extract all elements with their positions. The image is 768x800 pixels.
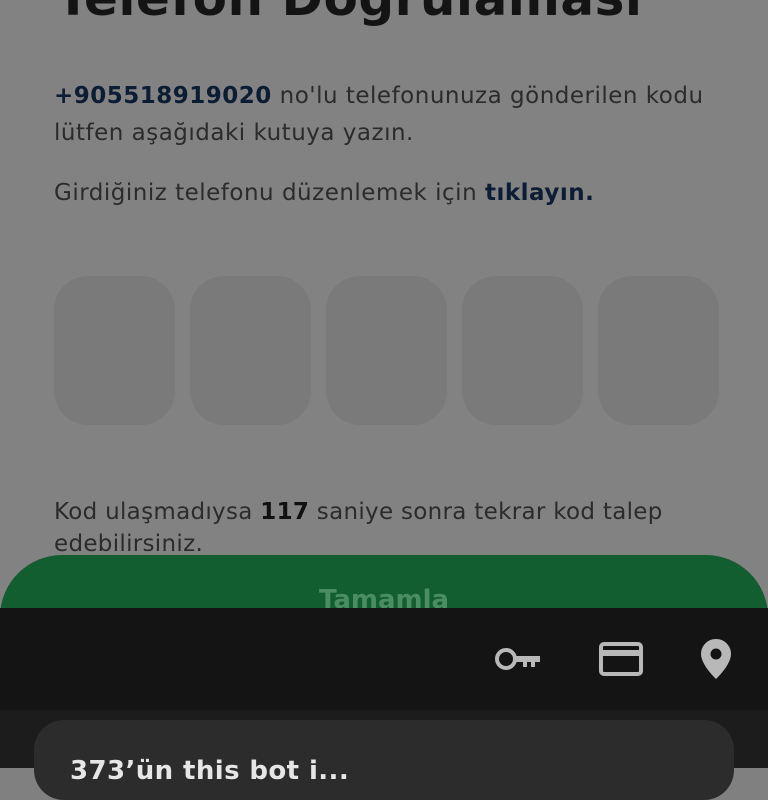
- edit-phone-message: Girdiğiniz telefonu düzenlemek için tıkl…: [54, 175, 744, 212]
- countdown-seconds: 117: [260, 499, 310, 525]
- verification-message: +905518919020 no'lu telefonunuza gönderi…: [54, 78, 744, 152]
- phone-number: +905518919020: [54, 83, 272, 109]
- bottom-sheet[interactable]: 373’ün this bot i...: [34, 720, 734, 800]
- edit-phone-link[interactable]: tıklayın.: [485, 180, 594, 206]
- credit-card-icon[interactable]: [599, 629, 643, 689]
- key-icon[interactable]: [493, 629, 543, 689]
- resend-countdown: Kod ulaşmadıysa 117 saniye sonra tekrar …: [54, 496, 754, 560]
- code-digit-5-input[interactable]: [598, 276, 719, 425]
- code-digit-4-input[interactable]: [462, 276, 583, 425]
- code-input-row: [54, 276, 719, 425]
- edit-phone-text: Girdiğiniz telefonu düzenlemek için: [54, 180, 485, 206]
- location-pin-icon[interactable]: [699, 629, 733, 689]
- countdown-prefix: Kod ulaşmadıysa: [54, 499, 261, 525]
- autofill-toolbar: [0, 608, 768, 710]
- code-digit-2-input[interactable]: [190, 276, 311, 425]
- code-digit-1-input[interactable]: [54, 276, 175, 425]
- page-title: Telefon Doğrulaması: [56, 0, 643, 26]
- bottom-sheet-text: 373’ün this bot i...: [70, 756, 350, 786]
- code-digit-3-input[interactable]: [326, 276, 447, 425]
